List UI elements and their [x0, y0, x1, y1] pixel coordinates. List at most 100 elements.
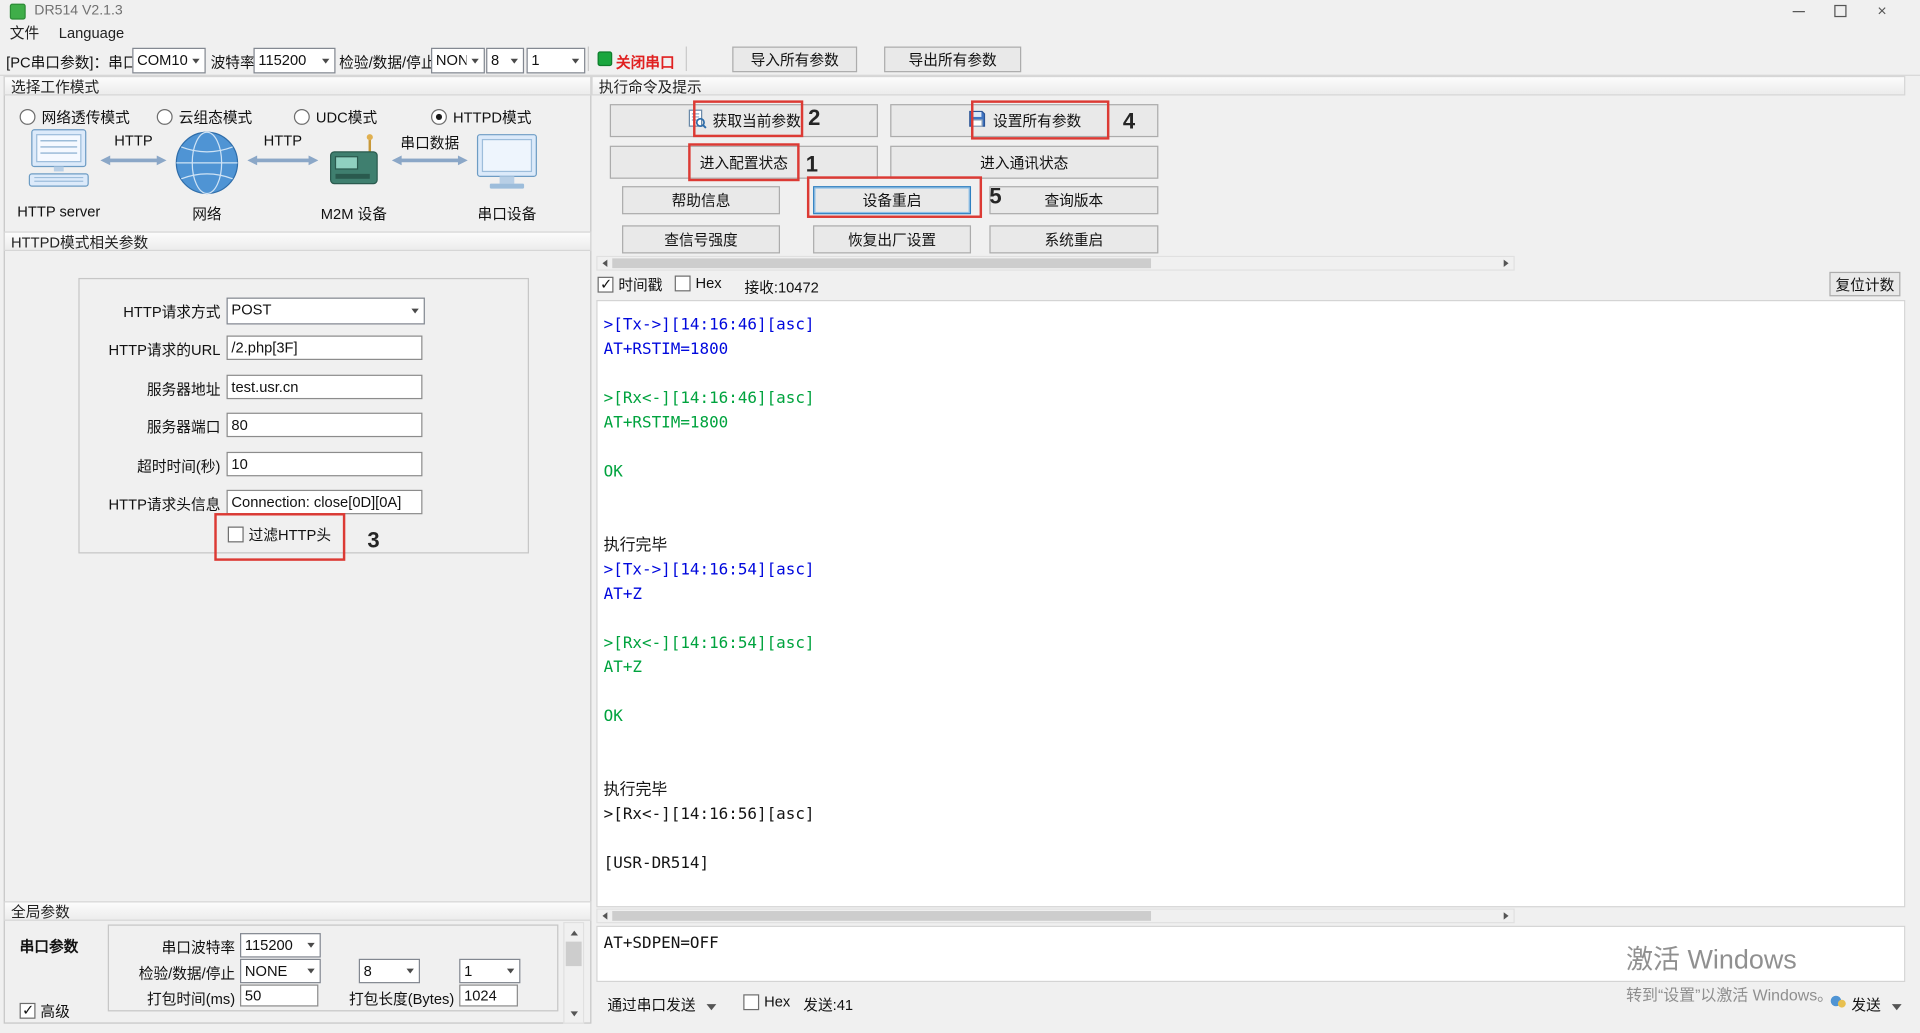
- log-line: [598, 828, 1905, 852]
- log-line: [598, 436, 1905, 460]
- signal-strength-button[interactable]: 查信号强度: [622, 225, 780, 253]
- log-line: 执行完毕: [598, 779, 1905, 803]
- log-output[interactable]: >[Tx->][14:16:46][asc]AT+RSTIM=1800 >[Rx…: [596, 300, 1905, 907]
- global-databits-value: 8: [360, 960, 402, 982]
- menu-bar: 文件 Language: [0, 22, 1920, 43]
- packtime-label: 打包时间(ms): [122, 988, 235, 1009]
- databits-select[interactable]: 8: [486, 48, 524, 74]
- enter-comm-state-button[interactable]: 进入通讯状态: [890, 146, 1158, 179]
- checkbox-icon: [675, 275, 691, 291]
- export-params-label: 导出所有参数: [909, 49, 997, 70]
- log-line: [598, 509, 1905, 533]
- timeout-input[interactable]: [227, 452, 423, 476]
- http-header-input[interactable]: [227, 490, 423, 514]
- scrollbar-thumb[interactable]: [612, 258, 1151, 268]
- maximize-button[interactable]: [1820, 0, 1862, 22]
- log-hscrollbar-bottom[interactable]: [596, 909, 1514, 924]
- stopbits-select[interactable]: 1: [527, 48, 586, 74]
- import-params-button[interactable]: 导入所有参数: [732, 47, 857, 73]
- radio-cloud-mode[interactable]: 云组态模式: [157, 107, 253, 128]
- close-icon: ×: [1877, 5, 1886, 17]
- advanced-label: 高级: [40, 1000, 69, 1021]
- annotation-box-3: [214, 513, 345, 561]
- close-button[interactable]: ×: [1861, 0, 1903, 22]
- scroll-down-icon[interactable]: [564, 1004, 582, 1022]
- packtime-input[interactable]: [240, 984, 318, 1006]
- chevron-down-icon: [502, 960, 519, 982]
- system-reboot-button[interactable]: 系统重启: [989, 225, 1158, 253]
- link-label: 串口数据: [389, 132, 470, 153]
- server-address-input[interactable]: [227, 375, 423, 399]
- global-params-scrollbar[interactable]: [563, 922, 584, 1024]
- recv-hex-checkbox[interactable]: Hex: [675, 274, 722, 291]
- log-line: [598, 485, 1905, 509]
- radio-httpd-mode[interactable]: HTTPD模式: [431, 107, 531, 128]
- close-port-button[interactable]: 关闭串口: [616, 51, 675, 72]
- global-databits-select[interactable]: 8: [359, 959, 420, 983]
- menu-file[interactable]: 文件: [0, 22, 49, 43]
- scroll-up-icon[interactable]: [564, 923, 582, 941]
- send-input-area[interactable]: AT+SDPEN=OFF: [596, 926, 1905, 982]
- com-port-select[interactable]: COM10: [132, 48, 205, 74]
- enter-comm-state-label: 进入通讯状态: [980, 152, 1068, 173]
- scrollbar-track[interactable]: [612, 910, 1499, 922]
- http-url-input[interactable]: [227, 336, 423, 360]
- radio-network-transparent-mode[interactable]: 网络透传模式: [20, 107, 130, 128]
- scrollbar-track[interactable]: [564, 942, 582, 1004]
- timestamp-checkbox[interactable]: 时间戳: [598, 274, 663, 295]
- export-params-button[interactable]: 导出所有参数: [884, 47, 1021, 73]
- packlen-input[interactable]: [459, 984, 518, 1006]
- radio-icon: [157, 109, 173, 125]
- system-reboot-label: 系统重启: [1044, 229, 1103, 250]
- http-method-select[interactable]: POST: [227, 298, 425, 325]
- recv-count: 接收:10472: [744, 277, 818, 298]
- factory-reset-label: 恢复出厂设置: [848, 229, 936, 250]
- baud-select[interactable]: 115200: [253, 48, 335, 74]
- factory-reset-button[interactable]: 恢复出厂设置: [813, 225, 971, 253]
- log-line: >[Tx->][14:16:54][asc]: [598, 558, 1905, 582]
- menu-language[interactable]: Language: [49, 24, 134, 41]
- send-icon: [1829, 992, 1847, 1014]
- parity-select[interactable]: NONI: [431, 48, 485, 74]
- send-hex-checkbox[interactable]: Hex: [743, 993, 790, 1010]
- maximize-icon: [1834, 5, 1846, 17]
- server-address-label: 服务器地址: [76, 378, 220, 399]
- global-stopbits-select[interactable]: 1: [459, 959, 520, 983]
- global-baud-label: 串口波特率: [122, 937, 235, 958]
- send-via-dropdown[interactable]: 通过串口发送: [607, 994, 716, 1015]
- log-hscrollbar-top[interactable]: [596, 256, 1514, 271]
- serial-params-group-label: 串口参数: [20, 936, 79, 957]
- scrollbar-thumb[interactable]: [612, 911, 1151, 921]
- scroll-left-icon[interactable]: [598, 910, 613, 922]
- chevron-down-icon: [707, 1004, 717, 1010]
- window-controls: ×: [1778, 0, 1903, 22]
- arrow-link-icon: [100, 152, 166, 173]
- scroll-right-icon[interactable]: [1499, 257, 1514, 269]
- server-port-input[interactable]: [227, 413, 423, 437]
- scrollbar-thumb[interactable]: [566, 942, 582, 966]
- help-info-button[interactable]: 帮助信息: [622, 186, 780, 214]
- window-title: DR514 V2.1.3: [34, 4, 122, 19]
- radio-udc-mode[interactable]: UDC模式: [294, 107, 377, 128]
- annotation-number-5: 5: [989, 184, 1001, 210]
- chevron-down-icon: [467, 49, 484, 72]
- minimize-button[interactable]: [1778, 0, 1820, 22]
- global-baud-select[interactable]: 115200: [240, 933, 321, 957]
- send-button[interactable]: 发送: [1851, 994, 1902, 1015]
- packlen-label: 打包长度(Bytes): [321, 988, 454, 1009]
- log-line: [598, 754, 1905, 778]
- title-bar: DR514 V2.1.3: [0, 0, 1920, 22]
- reset-count-button[interactable]: 复位计数: [1829, 272, 1900, 296]
- scroll-right-icon[interactable]: [1499, 910, 1514, 922]
- http-method-value: POST: [228, 299, 407, 323]
- global-parity-select[interactable]: NONE: [240, 959, 321, 983]
- radio-icon: [20, 109, 36, 125]
- node-label-m2m-device: M2M 设备: [309, 203, 400, 224]
- scrollbar-track[interactable]: [612, 257, 1499, 269]
- send-text: AT+SDPEN=OFF: [598, 927, 1905, 956]
- advanced-checkbox[interactable]: 高级: [20, 1000, 70, 1021]
- chevron-down-icon: [567, 49, 584, 72]
- scroll-left-icon[interactable]: [598, 257, 613, 269]
- parity-value: NONI: [432, 49, 466, 72]
- query-version-button[interactable]: 查询版本: [989, 186, 1158, 214]
